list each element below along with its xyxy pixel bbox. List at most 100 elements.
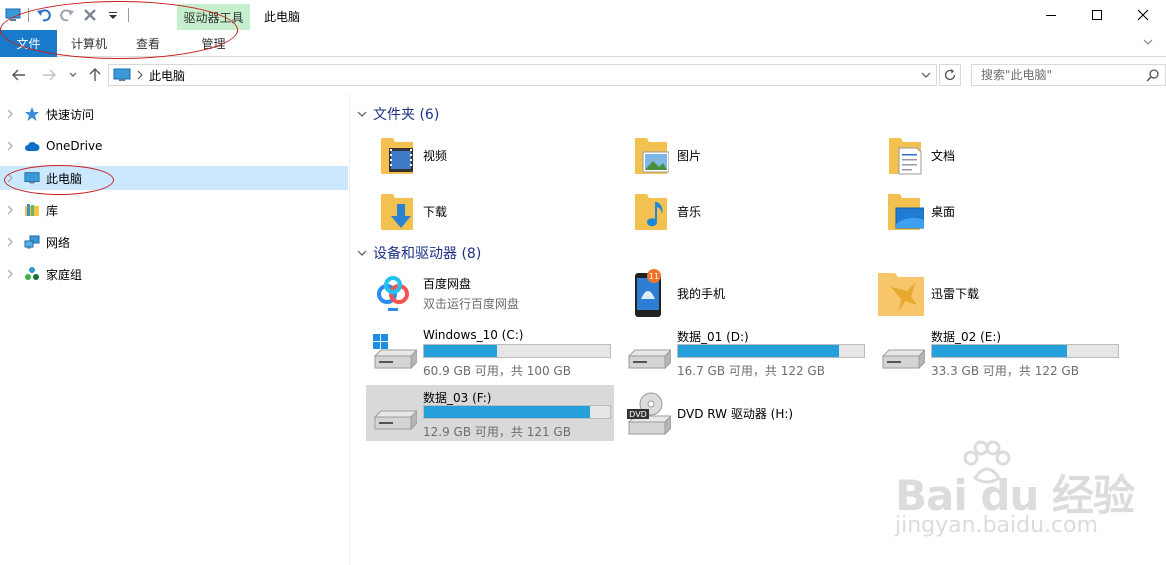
svg-text:DVD: DVD	[629, 410, 647, 419]
device-item-xunlei[interactable]: 迅雷下载	[877, 266, 1127, 320]
tab-view[interactable]: 查看	[121, 30, 175, 57]
baidu-jingyan-watermark: Bai du 经验 jingyan.baidu.com	[895, 440, 1155, 540]
nav-item-libraries[interactable]: 库	[0, 198, 348, 222]
device-item-my-phone[interactable]: 11 我的手机	[623, 266, 873, 320]
arrow-right-icon	[43, 69, 56, 81]
recent-locations-button[interactable]	[64, 66, 82, 84]
device-name: 迅雷下载	[931, 286, 980, 301]
chevron-right-icon[interactable]	[7, 237, 17, 247]
phone-icon: 11	[623, 269, 671, 317]
documents-folder-icon	[885, 133, 925, 177]
search-input[interactable]	[981, 68, 1141, 82]
cloud-icon	[24, 138, 40, 154]
search-icon[interactable]	[1146, 68, 1160, 85]
library-icon	[24, 202, 40, 218]
group-header-folders[interactable]: 文件夹 (6)	[357, 103, 1157, 125]
device-subtitle: 双击运行百度网盘	[423, 296, 520, 311]
nav-item-network[interactable]: 网络	[0, 230, 348, 254]
up-button[interactable]	[86, 66, 104, 84]
device-item-baidu-netdisk[interactable]: 百度网盘 双击运行百度网盘	[369, 266, 619, 320]
tab-computer[interactable]: 计算机	[60, 30, 118, 57]
undo-icon[interactable]	[35, 6, 53, 24]
drive-name: DVD RW 驱动器 (H:)	[677, 407, 794, 421]
delete-icon[interactable]	[81, 6, 99, 24]
window-controls	[1028, 0, 1166, 30]
group-header-devices[interactable]: 设备和驱动器 (8)	[357, 242, 1157, 264]
drive-item-h[interactable]: DVD DVD RW 驱动器 (H:)	[620, 385, 868, 441]
nav-item-label: 家庭组	[46, 267, 83, 282]
chevron-down-icon	[921, 72, 931, 78]
chevron-down-icon[interactable]	[357, 110, 367, 118]
chevron-right-icon[interactable]	[7, 109, 17, 119]
group-title: 设备和驱动器 (8)	[373, 246, 482, 262]
arrow-left-icon	[12, 69, 25, 81]
qat-separator	[28, 8, 29, 22]
device-name: 我的手机	[677, 286, 726, 301]
chevron-right-icon[interactable]	[7, 205, 17, 215]
folder-label: 图片	[677, 148, 702, 163]
folder-item-desktop[interactable]: 桌面	[885, 187, 1125, 235]
address-bar[interactable]: 此电脑	[108, 64, 937, 86]
redo-icon[interactable]	[58, 6, 76, 24]
phone-badge: 11	[649, 272, 659, 281]
drive-space-info: 16.7 GB 可用，共 122 GB	[677, 364, 825, 378]
navigation-pane: 快速访问 OneDrive 此电脑 库 网络 家庭组	[0, 93, 350, 565]
maximize-icon	[1092, 10, 1102, 20]
folder-item-downloads[interactable]: 下载	[377, 187, 617, 235]
folder-item-documents[interactable]: 文档	[885, 131, 1125, 179]
nav-item-label: 此电脑	[46, 171, 83, 186]
drive-item-d[interactable]: 数据_01 (D:) 16.7 GB 可用，共 122 GB	[620, 324, 868, 380]
qat-separator	[128, 8, 129, 22]
drive-item-e[interactable]: 数据_02 (E:) 33.3 GB 可用，共 122 GB	[874, 324, 1122, 380]
customize-dropdown-icon[interactable]	[104, 6, 122, 24]
close-icon	[1137, 9, 1149, 21]
maximize-button[interactable]	[1074, 0, 1120, 30]
star-icon	[24, 106, 40, 122]
expand-ribbon-button[interactable]	[1142, 36, 1154, 50]
folder-item-pictures[interactable]: 图片	[631, 131, 871, 179]
pictures-folder-icon	[631, 133, 671, 177]
folder-label: 音乐	[677, 204, 702, 219]
chevron-down-icon[interactable]	[357, 249, 367, 257]
minimize-button[interactable]	[1028, 0, 1074, 30]
drive-item-f[interactable]: 数据_03 (F:) 12.9 GB 可用，共 121 GB	[366, 385, 614, 441]
nav-item-label: 快速访问	[46, 107, 95, 122]
breadcrumb-item[interactable]: 此电脑	[149, 67, 185, 84]
xunlei-icon	[877, 269, 925, 317]
chevron-right-icon[interactable]	[7, 269, 17, 279]
chevron-right-icon[interactable]	[7, 173, 17, 183]
drive-usage-fill	[678, 345, 839, 357]
dvd-drive-icon: DVD	[624, 391, 672, 439]
nav-item-this-pc[interactable]: 此电脑	[0, 166, 348, 190]
nav-item-onedrive[interactable]: OneDrive	[0, 134, 348, 158]
drive-item-c[interactable]: Windows_10 (C:) 60.9 GB 可用，共 100 GB	[366, 324, 614, 380]
folder-item-music[interactable]: 音乐	[631, 187, 871, 235]
refresh-button[interactable]	[939, 64, 961, 86]
device-name: 百度网盘	[423, 276, 472, 291]
music-folder-icon	[631, 189, 671, 233]
drive-name: 数据_02 (E:)	[931, 330, 1002, 344]
nav-item-quick-access[interactable]: 快速访问	[0, 102, 348, 126]
drive-name: 数据_01 (D:)	[677, 330, 749, 344]
nav-item-homegroup[interactable]: 家庭组	[0, 262, 348, 286]
forward-button[interactable]	[40, 66, 58, 84]
breadcrumb: 此电脑	[113, 67, 185, 84]
tab-file[interactable]: 文件	[0, 30, 57, 57]
tab-manage[interactable]: 管理	[177, 30, 250, 57]
drive-usage-fill	[424, 345, 497, 357]
drive-name: Windows_10 (C:)	[423, 328, 524, 342]
computer-icon[interactable]	[4, 6, 22, 24]
ribbon-tabs: 文件 计算机 查看 管理	[0, 30, 1166, 57]
address-dropdown-button[interactable]	[920, 68, 932, 85]
hard-drive-icon	[624, 330, 672, 378]
search-box[interactable]	[971, 64, 1166, 86]
group-title: 文件夹 (6)	[373, 107, 440, 123]
minimize-icon	[1046, 15, 1056, 16]
desktop-folder-icon	[885, 189, 925, 233]
folder-item-videos[interactable]: 视频	[377, 131, 617, 179]
folder-label: 桌面	[931, 204, 956, 219]
close-button[interactable]	[1120, 0, 1166, 30]
chevron-right-icon[interactable]	[7, 141, 17, 151]
back-button[interactable]	[10, 66, 28, 84]
drive-usage-bar	[931, 344, 1119, 358]
